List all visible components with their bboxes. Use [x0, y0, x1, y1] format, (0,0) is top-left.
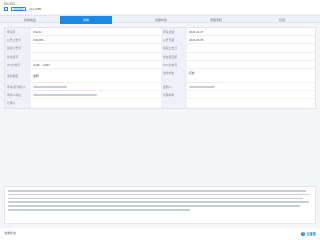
footer: 法律状态 Q 企查查 [0, 228, 320, 240]
label-application-no: 申请号 [5, 28, 31, 36]
label-address: 申请人地址 [5, 91, 31, 99]
label-ipc: IPC分类号 [5, 60, 31, 68]
info-row: IPC分类号 G06F... G06T... CPC分类号 [5, 60, 315, 69]
value-cpc [187, 61, 315, 68]
abstract-line [8, 208, 191, 211]
tab-legal-status[interactable]: 法律状态 [135, 16, 187, 24]
label-legal-status: 法律状态 [161, 68, 187, 82]
value-ipc: G06F... G06T... [33, 62, 52, 67]
abstract-section [4, 186, 316, 224]
tab-basic-info[interactable]: 基本信息 [4, 16, 56, 24]
value-publication-no: CN1085... [33, 38, 46, 43]
label-applicant: 申请(专利权)人 [5, 82, 31, 91]
status-badge: 发明授权 [11, 7, 27, 11]
value-agency [187, 91, 315, 98]
abstract-line [8, 201, 309, 203]
label-priority-date: 优先权日期 [161, 52, 187, 60]
info-row: 申请(专利权)人 发明人 [5, 82, 315, 92]
info-row: 优先权号 优先权日期 [5, 52, 315, 61]
document-icon [4, 7, 8, 11]
info-row: 授权公告号 授权公告日 [5, 44, 315, 53]
abstract-line [8, 197, 303, 200]
redacted-text [33, 86, 67, 89]
brand-name: 企查查 [306, 232, 316, 236]
tab-citations[interactable]: 引证 [256, 16, 308, 24]
label-publication-date: 公开日期 [161, 36, 187, 44]
value-applicant[interactable] [31, 83, 161, 90]
brand-logo: Q 企查查 [301, 231, 316, 236]
tab-bar: 基本信息 详情 法律状态 同族专利 引证 [0, 15, 320, 24]
label-empty [161, 99, 187, 108]
abstract-line [8, 193, 309, 196]
tab-details[interactable]: 详情 [60, 16, 112, 24]
value-empty [187, 99, 315, 107]
value-legal-status: 有效 [189, 70, 195, 75]
info-row: 申请人地址 代理机构 [5, 91, 315, 100]
label-cpc: CPC分类号 [161, 60, 187, 68]
value-agent [31, 99, 161, 107]
value-address [31, 91, 161, 98]
value-inventor [187, 83, 315, 90]
patent-info-table: 申请号 CN202... 申请日期 2020-01-27 公开公告号 CN108… [4, 27, 316, 109]
value-grant-date [187, 44, 315, 51]
abstract-line [8, 190, 306, 192]
tab-family[interactable]: 同族专利 [190, 16, 242, 24]
label-inventor: 发明人 [161, 82, 187, 91]
label-grant-no: 授权公告号 [5, 44, 31, 52]
info-row: 专利类型 发明 法律状态 有效 [5, 68, 315, 83]
label-priority-no: 优先权号 [5, 52, 31, 60]
info-row: 公开公告号 CN1085... 公开日期 2020-05-05 [5, 36, 315, 45]
value-priority-date [187, 53, 315, 60]
value-application-date: 2020-01-27 [189, 30, 204, 34]
label-agency: 代理机构 [161, 91, 187, 99]
header-sub-row: 发明授权 CN 1085... [4, 7, 44, 11]
value-application-no: CN202... [33, 30, 45, 34]
brand-icon: Q [301, 231, 306, 236]
info-row: 申请号 CN202... 申请日期 2020-01-27 [5, 28, 315, 37]
redacted-text [33, 94, 97, 97]
value-patent-type: 发明 [33, 73, 39, 78]
label-grant-date: 授权公告日 [161, 44, 187, 52]
value-grant-no [31, 44, 161, 51]
abstract-line [8, 205, 300, 207]
label-patent-type: 专利类型 [5, 68, 31, 82]
value-publication-date: 2020-05-05 [189, 38, 204, 43]
label-publication-no: 公开公告号 [5, 36, 31, 44]
info-row: 代理人 [5, 99, 315, 108]
label-agent: 代理人 [5, 99, 31, 108]
label-application-date: 申请日期 [161, 28, 187, 36]
application-number: CN 202... [4, 2, 18, 6]
header: CN 202... 发明授权 CN 1085... [0, 0, 320, 14]
value-priority-no [31, 53, 161, 60]
redacted-text [189, 86, 215, 89]
footer-section-label[interactable]: 法律状态 [4, 231, 16, 235]
publication-number: CN 1085... [29, 7, 44, 11]
